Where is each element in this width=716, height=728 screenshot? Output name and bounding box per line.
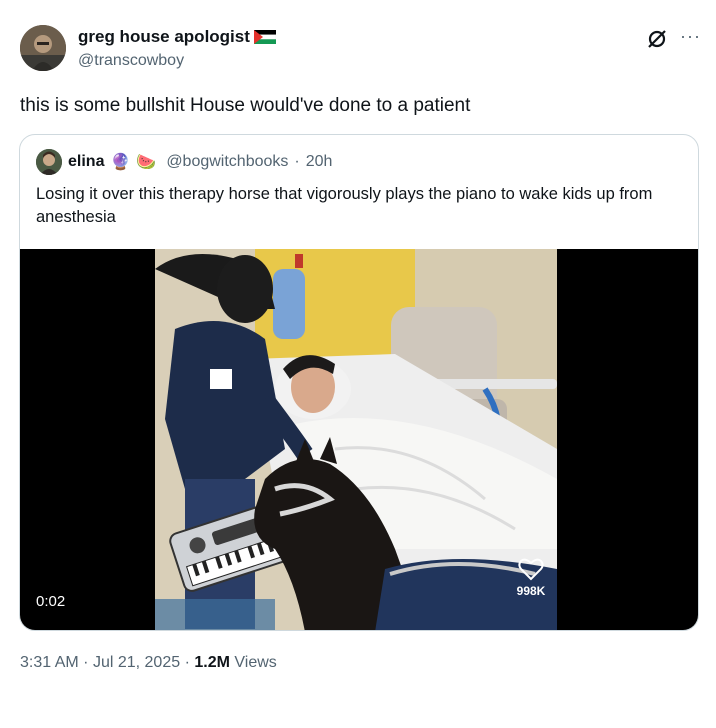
- palestine-flag-icon: [253, 30, 276, 44]
- author-avatar-image: [20, 25, 66, 71]
- video-frame[interactable]: [155, 249, 557, 630]
- author-avatar[interactable]: [20, 25, 66, 71]
- author-display-name[interactable]: greg house apologist: [78, 27, 250, 47]
- video-likes[interactable]: 998K: [511, 557, 551, 598]
- tweet-meta: 3:31 AM · Jul 21, 2025 · 1.2M Views: [20, 654, 277, 672]
- watermelon-emoji: 🍉: [136, 154, 157, 171]
- quote-handle[interactable]: @bogwitchbooks: [166, 153, 288, 171]
- quoted-tweet-card[interactable]: elina 🔮 🍉 @bogwitchbooks · 20h Losing it…: [19, 134, 699, 631]
- crystal-ball-emoji: 🔮: [110, 154, 131, 171]
- video-still-image: [155, 249, 557, 630]
- grok-icon[interactable]: [646, 28, 668, 50]
- quote-avatar[interactable]: [36, 149, 62, 175]
- tweet-time[interactable]: 3:31 AM: [20, 654, 79, 671]
- quote-header: elina 🔮 🍉 @bogwitchbooks · 20h: [36, 149, 332, 175]
- tweet-date[interactable]: Jul 21, 2025: [93, 654, 180, 671]
- author-handle[interactable]: @transcowboy: [78, 52, 184, 70]
- tweet-text: this is some bullshit House would've don…: [20, 95, 471, 116]
- quote-separator: ·: [294, 153, 300, 170]
- quote-age[interactable]: 20h: [306, 153, 333, 171]
- quote-avatar-image: [36, 149, 62, 175]
- views-label: Views: [234, 654, 277, 671]
- more-options-button[interactable]: ···: [680, 26, 701, 47]
- quote-display-name[interactable]: elina: [68, 153, 104, 171]
- video-elapsed-time: 0:02: [36, 593, 66, 610]
- author-name-row[interactable]: greg house apologist: [78, 27, 276, 47]
- meta-separator: ·: [184, 654, 190, 671]
- quote-text: Losing it over this therapy horse that v…: [36, 185, 653, 226]
- video-player[interactable]: 0:02 998K: [20, 249, 698, 630]
- meta-separator: ·: [83, 654, 89, 671]
- views-count[interactable]: 1.2M: [194, 654, 230, 671]
- heart-icon[interactable]: [518, 557, 544, 581]
- video-likes-count: 998K: [516, 584, 546, 598]
